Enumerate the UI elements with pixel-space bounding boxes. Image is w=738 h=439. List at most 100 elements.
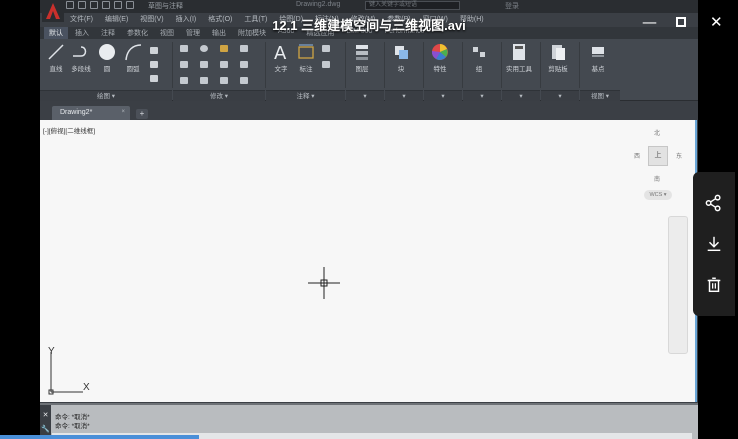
sign-in-link[interactable]: 登录 — [505, 1, 519, 11]
minimize-icon[interactable]: — — [642, 13, 657, 31]
rotate-icon[interactable] — [200, 45, 208, 52]
ribbon-tab[interactable]: 注释 — [96, 27, 120, 39]
close-icon[interactable]: ✕ — [710, 13, 723, 31]
ribbon-tab[interactable]: 输出 — [207, 27, 231, 39]
view-panel-label[interactable]: 视图 ▾ — [580, 90, 620, 101]
leader-icon[interactable] — [322, 45, 330, 52]
menu-item[interactable]: 格式(O) — [208, 14, 232, 26]
viewport-controls[interactable]: [-][俯视][二维线框] — [43, 125, 95, 135]
maximize-icon[interactable] — [676, 13, 686, 31]
menu-item[interactable]: 窗口(W) — [423, 14, 448, 26]
polyline-tool[interactable]: 多段线 — [68, 42, 94, 73]
close-command-icon[interactable]: ✕ — [40, 411, 51, 419]
ribbon-tab[interactable]: 视图 — [155, 27, 179, 39]
menu-item[interactable]: 帮助(H) — [460, 14, 484, 26]
file-tab-drawing2[interactable]: Drawing2* × — [52, 106, 130, 120]
new-tab-button[interactable]: + — [136, 109, 148, 119]
dimension-tool[interactable]: 标注 — [293, 42, 319, 73]
menu-item[interactable]: 插入(I) — [176, 14, 197, 26]
menu-bar: 文件(F) 编辑(E) 视图(V) 插入(I) 格式(O) 工具(T) 绘图(D) 标注(N)… — [70, 14, 484, 26]
search-input[interactable]: 键入关键字或短语 — [365, 1, 460, 10]
calculator-icon — [513, 44, 525, 60]
autocad-logo-icon[interactable] — [42, 0, 64, 22]
new-icon[interactable] — [66, 1, 74, 9]
ribbon-tab[interactable]: 附加模块 — [233, 27, 271, 39]
viewcube-east[interactable]: 东 — [676, 151, 682, 160]
viewcube-north[interactable]: 北 — [654, 128, 660, 137]
viewcube-south[interactable]: 南 — [654, 174, 660, 183]
plot-icon[interactable] — [114, 1, 122, 9]
offset-icon[interactable] — [240, 77, 248, 84]
menu-item[interactable]: 绘图(D) — [279, 14, 303, 26]
gradient-icon[interactable] — [150, 75, 158, 82]
video-progress-bar[interactable] — [0, 435, 200, 439]
arc-tool[interactable]: 圆弧 — [120, 42, 146, 73]
saveas-icon[interactable] — [102, 1, 110, 9]
ribbon-tab[interactable]: 参数化 — [122, 27, 153, 39]
line-tool[interactable]: 直线 — [43, 42, 69, 73]
array-icon[interactable] — [220, 77, 228, 84]
menu-item[interactable]: 标注(N) — [315, 14, 339, 26]
modify-panel-label[interactable]: 修改 ▾ — [173, 90, 265, 101]
fillet-icon[interactable] — [220, 61, 228, 68]
ribbon-tab[interactable]: A360 — [273, 27, 299, 39]
base-tool[interactable]: 基点 — [585, 42, 611, 73]
save-icon[interactable] — [90, 1, 98, 9]
ribbon-tab[interactable]: 精选应用 — [301, 27, 339, 39]
drawing-canvas[interactable]: [-][俯视][二维线框] Y X 北 西 上 东 南 WCS ▾ — [40, 120, 697, 402]
group-tool[interactable]: 组 — [466, 42, 492, 73]
mirror-icon[interactable] — [200, 61, 208, 68]
menu-item[interactable]: 参数(P) — [387, 14, 410, 26]
trash-icon[interactable] — [703, 274, 725, 296]
extend-icon[interactable] — [240, 45, 248, 52]
customize-icon[interactable]: 🔧 — [40, 425, 51, 433]
rectangle-icon[interactable] — [150, 47, 158, 54]
utilities-panel-expand[interactable]: ▾ — [502, 90, 540, 101]
explode-icon[interactable] — [240, 61, 248, 68]
properties-tool[interactable]: 特性 — [427, 42, 453, 73]
stretch-icon[interactable] — [180, 77, 188, 84]
menu-item[interactable]: 视图(V) — [140, 14, 163, 26]
ribbon-tab[interactable]: 插入 — [70, 27, 94, 39]
download-icon[interactable] — [703, 233, 725, 255]
menu-item[interactable]: 工具(T) — [244, 14, 267, 26]
navigation-bar[interactable] — [668, 216, 688, 354]
video-frame[interactable]: 草图与注释 Drawing2.dwg 键入关键字或短语 登录 文件(F) 编辑(E… — [40, 0, 698, 439]
utilities-tool[interactable]: 实用工具 — [506, 42, 532, 73]
layers-tool[interactable]: 图层 — [349, 42, 375, 73]
workspace-selector[interactable]: 草图与注释 — [148, 1, 183, 11]
viewcube-west[interactable]: 西 — [634, 151, 640, 160]
clipboard-panel-expand[interactable]: ▾ — [541, 90, 579, 101]
table-icon[interactable] — [322, 61, 330, 68]
viewcube-top-face[interactable]: 上 — [648, 146, 668, 166]
command-window-handle[interactable]: ✕ 🔧 — [40, 405, 51, 439]
layers-panel-expand[interactable]: ▾ — [346, 90, 384, 101]
scale-icon[interactable] — [200, 77, 208, 84]
move-icon[interactable] — [180, 45, 188, 52]
undo-icon[interactable] — [126, 1, 134, 9]
annotation-panel-label[interactable]: 注释 ▾ — [266, 90, 345, 101]
text-tool[interactable]: A 文字 — [268, 42, 294, 73]
ribbon-tab[interactable]: 默认 — [44, 27, 68, 39]
menu-item[interactable]: 文件(F) — [70, 14, 93, 26]
share-icon[interactable] — [703, 192, 725, 214]
menu-item[interactable]: 编辑(E) — [105, 14, 128, 26]
draw-panel-label[interactable]: 绘图 ▾ — [40, 90, 172, 101]
copy-icon[interactable] — [180, 61, 188, 68]
menu-item[interactable]: 修改(M) — [351, 14, 376, 26]
group-panel-expand[interactable]: ▾ — [463, 90, 501, 101]
ribbon-tab[interactable]: BIM 360 — [341, 27, 377, 39]
block-panel-expand[interactable]: ▾ — [385, 90, 423, 101]
block-tool[interactable]: 块 — [388, 42, 414, 73]
close-tab-icon[interactable]: × — [121, 109, 125, 115]
ribbon-tab[interactable]: 管理 — [181, 27, 205, 39]
ribbon-tab[interactable]: Performance — [379, 27, 429, 39]
open-icon[interactable] — [78, 1, 86, 9]
hatch-icon[interactable] — [150, 61, 158, 68]
clipboard-tool[interactable]: 剪贴板 — [545, 42, 571, 73]
trim-icon[interactable] — [220, 45, 228, 52]
properties-panel-expand[interactable]: ▾ — [424, 90, 462, 101]
wcs-menu[interactable]: WCS ▾ — [644, 190, 672, 200]
circle-tool[interactable]: 圆 — [94, 42, 120, 73]
viewcube[interactable]: 北 西 上 东 南 WCS ▾ — [634, 126, 686, 206]
